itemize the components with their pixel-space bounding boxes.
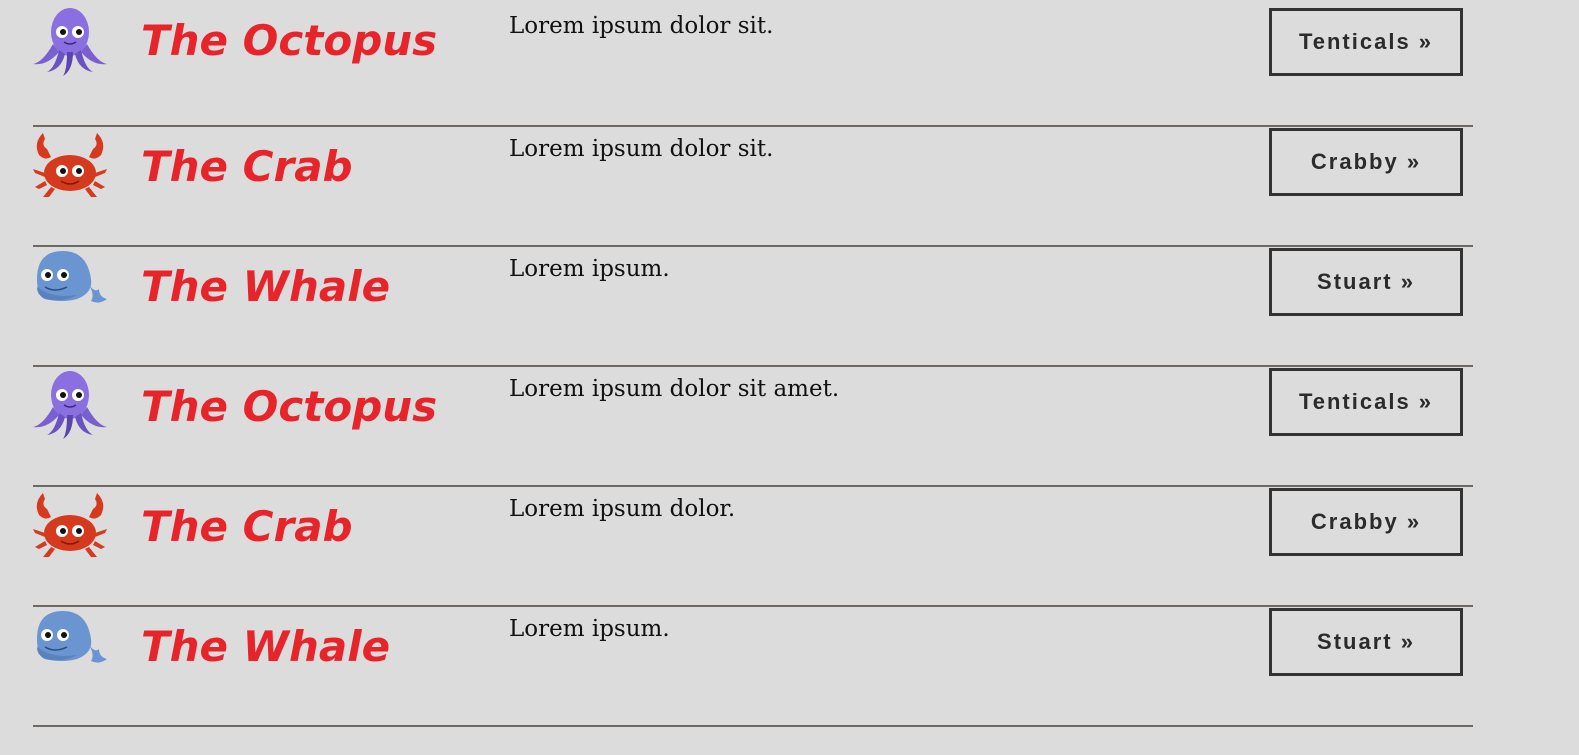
item-description: Lorem ipsum dolor sit. (509, 13, 774, 39)
crab-icon (33, 133, 107, 197)
whale-icon (37, 611, 107, 663)
tenticals-button[interactable]: Tenticals » (1269, 8, 1463, 76)
list-item: The Crab Lorem ipsum dolor. Crabby » (33, 487, 1473, 607)
item-title: The Octopus (141, 382, 438, 431)
item-title: The Whale (141, 622, 391, 671)
item-title: The Octopus (141, 16, 438, 65)
crabby-button[interactable]: Crabby » (1269, 488, 1463, 556)
octopus-icon (33, 8, 107, 76)
stuart-button[interactable]: Stuart » (1269, 608, 1463, 676)
crab-icon (33, 493, 107, 557)
tenticals-button[interactable]: Tenticals » (1269, 368, 1463, 436)
item-description: Lorem ipsum dolor sit amet. (509, 376, 840, 402)
list-item: The Octopus Lorem ipsum dolor sit. Tenti… (33, 0, 1473, 127)
creature-list: The Octopus Lorem ipsum dolor sit. Tenti… (33, 0, 1473, 727)
item-title: The Whale (141, 262, 391, 311)
item-title: The Crab (141, 502, 353, 551)
stuart-button[interactable]: Stuart » (1269, 248, 1463, 316)
item-description: Lorem ipsum. (509, 616, 670, 642)
item-description: Lorem ipsum dolor sit. (509, 136, 774, 162)
item-description: Lorem ipsum. (509, 256, 670, 282)
item-description: Lorem ipsum dolor. (509, 496, 736, 522)
list-item: The Whale Lorem ipsum. Stuart » (33, 607, 1473, 727)
crabby-button[interactable]: Crabby » (1269, 128, 1463, 196)
list-item: The Crab Lorem ipsum dolor sit. Crabby » (33, 127, 1473, 247)
octopus-icon (33, 371, 107, 439)
list-item: The Whale Lorem ipsum. Stuart » (33, 247, 1473, 367)
item-title: The Crab (141, 142, 353, 191)
whale-icon (37, 251, 107, 303)
list-item: The Octopus Lorem ipsum dolor sit amet. … (33, 367, 1473, 487)
